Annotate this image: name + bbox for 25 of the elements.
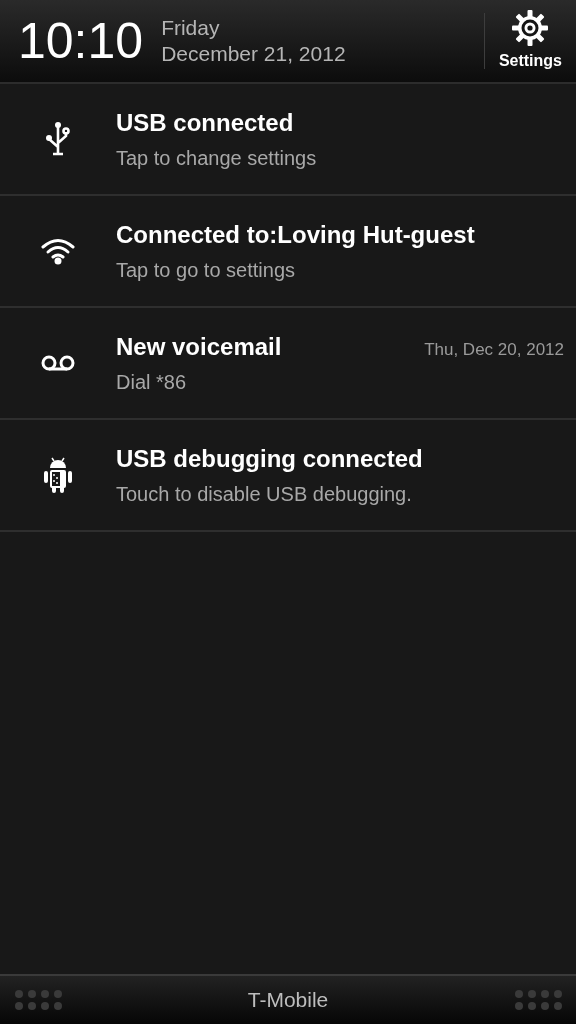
notification-item[interactable]: New voicemail Thu, Dec 20, 2012 Dial *86 [0, 308, 576, 420]
weekday-text: Friday [161, 14, 221, 41]
date-text: December 21, 2012 [161, 41, 346, 67]
wifi-icon [40, 236, 76, 266]
usb-icon [44, 121, 72, 157]
notification-item[interactable]: USB debugging connected Touch to disable USB debugging. [0, 420, 576, 532]
notification-subtitle: Tap to go to settings [116, 258, 296, 283]
voicemail-icon [40, 354, 76, 372]
notification-time: Thu, Dec 20, 2012 [424, 339, 564, 361]
notification-subtitle: Touch to disable USB debugging. [116, 482, 413, 507]
notification-subtitle: Dial *86 [116, 370, 188, 395]
notification-title: Connected to:Loving Hut-guest [116, 220, 475, 250]
clock-time: 10:10 [18, 16, 144, 66]
notification-item[interactable]: Connected to:Loving Hut-guest Tap to go to settings [0, 196, 576, 308]
notification-item[interactable]: USB connected Tap to change settings [0, 84, 576, 196]
settings-icon [511, 9, 550, 47]
carrier-name: T-Mobile [247, 987, 329, 1014]
grip-icon [514, 990, 562, 1010]
android-icon [42, 456, 74, 494]
notification-title: USB debugging connected [116, 444, 423, 474]
notification-title: USB connected [116, 108, 294, 138]
notification-title: New voicemail [116, 332, 282, 362]
settings-button[interactable]: Settings [484, 9, 562, 73]
grip-icon [14, 990, 62, 1010]
notification-subtitle: Tap to change settings [116, 146, 318, 171]
